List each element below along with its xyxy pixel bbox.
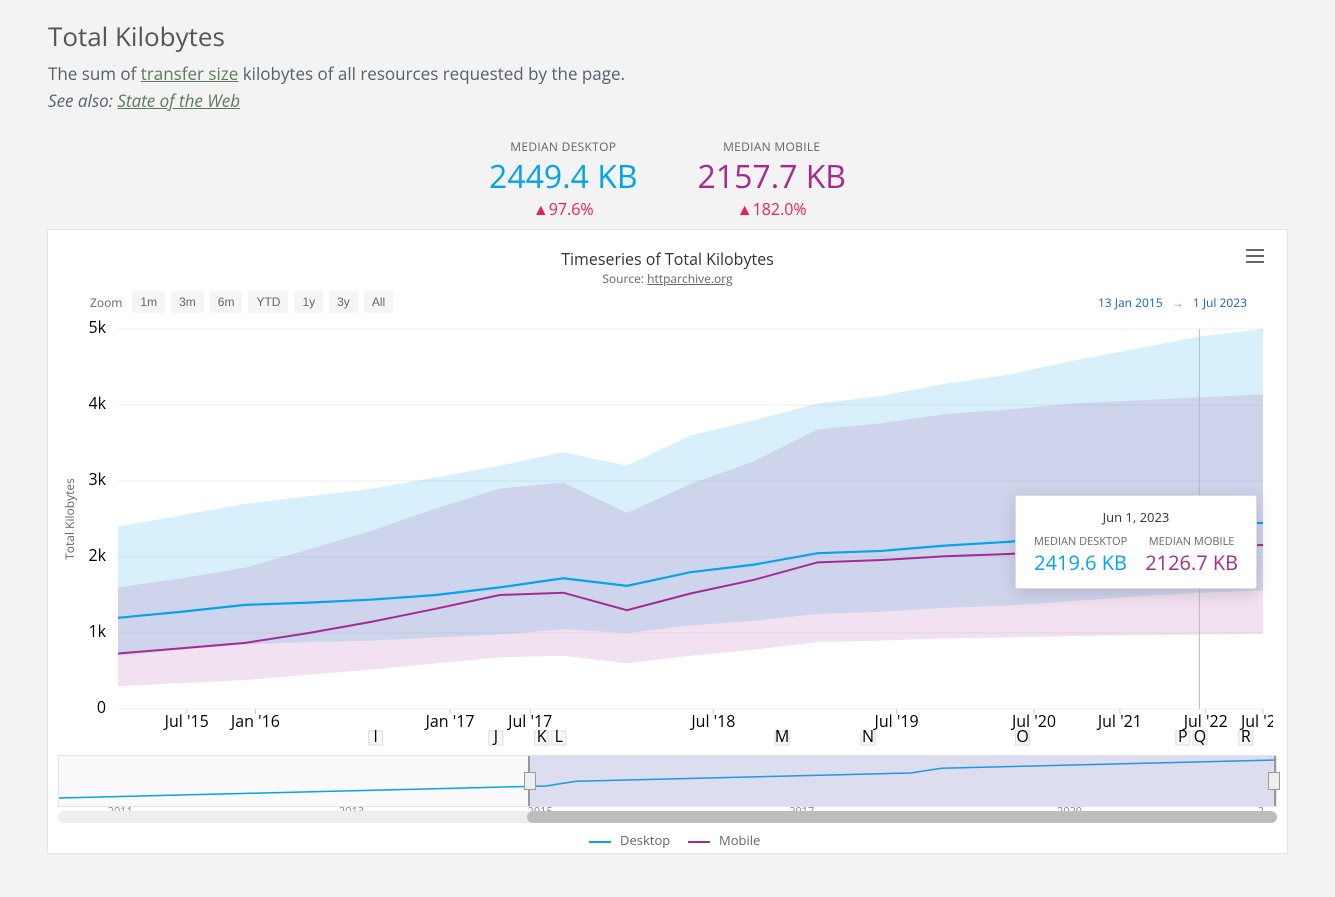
see-also: See also: State of the Web xyxy=(48,89,1287,112)
stat-mobile: MEDIAN MOBILE 2157.7 KB ▲182.0% xyxy=(698,138,846,220)
stat-desktop: MEDIAN DESKTOP 2449.4 KB ▲97.6% xyxy=(489,138,637,220)
state-of-the-web-link[interactable]: State of the Web xyxy=(117,89,240,112)
range-to[interactable]: 1 Jul 2023 xyxy=(1193,294,1247,311)
svg-text:Total Kilobytes: Total Kilobytes xyxy=(61,478,78,560)
chart-plot[interactable]: 0 1k 2k 3k 4k 5k Total Kilobytes Jul '15 Jan '16… xyxy=(58,319,1277,749)
stat-desktop-value: 2449.4 KB xyxy=(489,155,637,198)
summary-stats: MEDIAN DESKTOP 2449.4 KB ▲97.6% MEDIAN M… xyxy=(48,138,1287,220)
tooltip-desktop-label: MEDIAN DESKTOP xyxy=(1034,534,1127,549)
zoom-6m[interactable]: 6m xyxy=(210,291,243,313)
svg-text:1k: 1k xyxy=(88,620,106,642)
zoom-3y[interactable]: 3y xyxy=(329,291,358,313)
navigator-handle-right[interactable] xyxy=(1268,772,1280,790)
svg-text:Jul '19: Jul '19 xyxy=(873,710,919,732)
legend-mobile[interactable]: Mobile xyxy=(719,831,760,849)
svg-text:5k: 5k xyxy=(88,319,106,338)
chart-source: Source: httparchive.org xyxy=(48,270,1287,287)
svg-text:R: R xyxy=(1241,725,1251,747)
page-subtitle: The sum of transfer size kilobytes of al… xyxy=(48,62,1287,85)
navigator[interactable]: 201120132015201720202… xyxy=(58,755,1277,807)
svg-text:N: N xyxy=(862,725,874,747)
svg-text:Jul '21: Jul '21 xyxy=(1096,710,1142,732)
page-title: Total Kilobytes xyxy=(48,18,1287,54)
svg-text:Jul '18: Jul '18 xyxy=(689,710,735,732)
svg-text:P: P xyxy=(1178,725,1188,747)
chart-title: Timeseries of Total Kilobytes xyxy=(48,248,1287,270)
subtitle-post: kilobytes of all resources requested by … xyxy=(238,62,625,85)
svg-text:Q: Q xyxy=(1194,725,1206,747)
svg-text:I: I xyxy=(373,725,377,747)
tooltip-date: Jun 1, 2023 xyxy=(1034,508,1238,526)
navigator-selection[interactable] xyxy=(528,756,1276,806)
legend-desktop[interactable]: Desktop xyxy=(620,831,670,849)
svg-text:2k: 2k xyxy=(88,544,106,566)
stat-mobile-delta: ▲182.0% xyxy=(698,198,846,220)
chart-tooltip: Jun 1, 2023 MEDIAN DESKTOP 2419.6 KB MED… xyxy=(1015,495,1257,589)
chart-source-link[interactable]: httparchive.org xyxy=(647,270,733,287)
zoom-all[interactable]: All xyxy=(364,291,393,313)
chart-menu-button[interactable] xyxy=(1241,242,1269,270)
zoom-label: Zoom xyxy=(90,294,122,311)
svg-text:Jan '16: Jan '16 xyxy=(229,710,280,732)
chart-legend: Desktop Mobile xyxy=(48,823,1287,853)
tooltip-desktop: MEDIAN DESKTOP 2419.6 KB xyxy=(1034,534,1127,576)
stat-desktop-delta: ▲97.6% xyxy=(489,198,637,220)
subtitle-pre: The sum of xyxy=(48,62,141,85)
navigator-handle-left[interactable] xyxy=(524,772,536,790)
svg-text:L: L xyxy=(555,725,563,747)
navigator-scrollbar-thumb[interactable] xyxy=(527,811,1277,823)
legend-swatch-desktop xyxy=(589,841,611,843)
svg-text:M: M xyxy=(775,725,789,747)
tooltip-mobile-label: MEDIAN MOBILE xyxy=(1145,534,1238,549)
chart-card: Timeseries of Total Kilobytes Source: ht… xyxy=(48,230,1287,853)
svg-text:4k: 4k xyxy=(88,392,106,414)
tooltip-mobile-value: 2126.7 KB xyxy=(1145,549,1238,576)
date-range: 13 Jan 2015 → 1 Jul 2023 xyxy=(1098,294,1287,311)
svg-text:0: 0 xyxy=(97,696,106,718)
svg-text:O: O xyxy=(1016,725,1028,747)
arrow-right-icon: → xyxy=(1172,294,1184,311)
svg-text:Jan '17: Jan '17 xyxy=(424,710,475,732)
stat-desktop-label: MEDIAN DESKTOP xyxy=(489,138,637,155)
hamburger-icon xyxy=(1246,249,1264,251)
svg-text:Jul '15: Jul '15 xyxy=(163,710,209,732)
legend-swatch-mobile xyxy=(688,841,710,843)
stat-mobile-label: MEDIAN MOBILE xyxy=(698,138,846,155)
chart-source-pre: Source: xyxy=(602,270,647,287)
zoom-3m[interactable]: 3m xyxy=(171,291,204,313)
navigator-scrollbar[interactable] xyxy=(58,811,1277,823)
svg-text:K: K xyxy=(537,725,547,747)
range-from[interactable]: 13 Jan 2015 xyxy=(1098,294,1163,311)
zoom-1m[interactable]: 1m xyxy=(132,291,165,313)
zoom-ytd[interactable]: YTD xyxy=(248,291,288,313)
zoom-bar: Zoom 1m 3m 6m YTD 1y 3y All 13 Jan 2015 … xyxy=(48,291,1287,313)
transfer-size-link[interactable]: transfer size xyxy=(141,62,239,85)
seealso-pre: See also: xyxy=(48,89,117,112)
stat-mobile-value: 2157.7 KB xyxy=(698,155,846,198)
tooltip-desktop-value: 2419.6 KB xyxy=(1034,549,1127,576)
svg-text:3k: 3k xyxy=(88,468,106,490)
tooltip-mobile: MEDIAN MOBILE 2126.7 KB xyxy=(1145,534,1238,576)
zoom-1y[interactable]: 1y xyxy=(294,291,323,313)
